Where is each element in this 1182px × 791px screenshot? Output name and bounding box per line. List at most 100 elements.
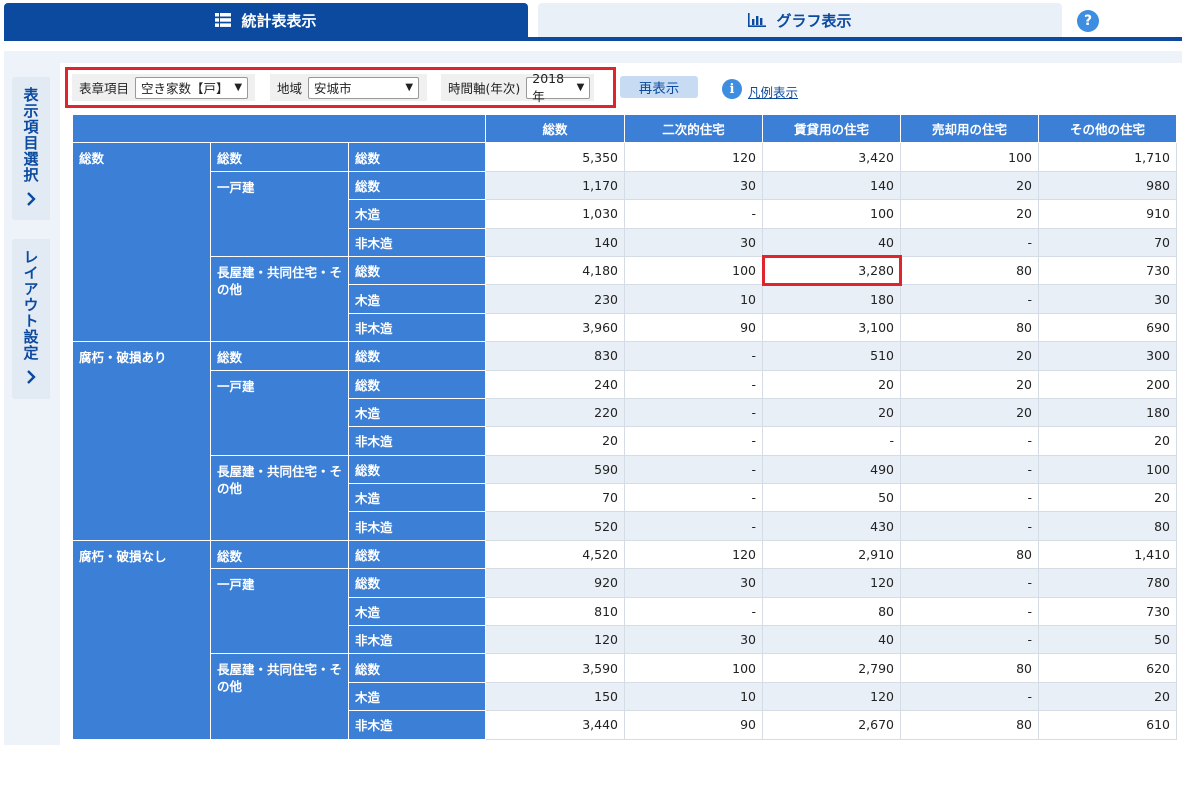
column-header[interactable]: 二次的住宅 — [624, 113, 763, 144]
table-cell[interactable]: 40 — [762, 227, 901, 257]
column-header[interactable]: 売却用の住宅 — [900, 113, 1039, 144]
table-cell[interactable]: 230 — [485, 284, 625, 314]
region-select[interactable]: 安城市 ▼ — [308, 76, 420, 99]
table-cell[interactable]: - — [762, 426, 901, 456]
table-cell[interactable]: - — [624, 397, 763, 428]
table-cell[interactable]: 100 — [762, 199, 901, 229]
table-cell[interactable]: 140 — [762, 170, 901, 201]
table-cell[interactable]: 20 — [485, 426, 625, 456]
table-cell[interactable]: 80 — [900, 539, 1039, 570]
side-tab-layout[interactable]: レイアウト設定 — [12, 239, 50, 399]
table-cell[interactable]: 1,030 — [485, 199, 625, 229]
table-cell[interactable]: 810 — [485, 596, 625, 627]
table-cell[interactable]: 20 — [900, 170, 1039, 201]
table-cell[interactable]: 120 — [762, 568, 901, 598]
table-cell[interactable]: 4,180 — [485, 255, 625, 286]
table-cell[interactable]: - — [624, 369, 763, 399]
table-cell[interactable]: 80 — [762, 596, 901, 627]
table-cell[interactable]: 300 — [1038, 341, 1177, 371]
table-cell[interactable]: 10 — [624, 681, 763, 712]
table-cell[interactable]: 90 — [624, 710, 763, 740]
table-cell[interactable]: 50 — [762, 483, 901, 513]
table-cell[interactable]: 730 — [1038, 255, 1177, 286]
table-cell[interactable]: 30 — [624, 170, 763, 201]
tab-graph-view[interactable]: グラフ表示 — [538, 3, 1062, 37]
table-cell[interactable]: - — [900, 596, 1039, 627]
column-header[interactable]: その他の住宅 — [1038, 113, 1177, 144]
table-cell[interactable]: 100 — [1038, 454, 1177, 485]
table-cell[interactable]: 20 — [900, 199, 1039, 229]
table-cell[interactable]: 1,410 — [1038, 539, 1177, 570]
table-cell[interactable]: 10 — [624, 284, 763, 314]
table-cell[interactable]: 5,350 — [485, 142, 625, 172]
table-cell[interactable]: 200 — [1038, 369, 1177, 399]
table-cell[interactable]: 80 — [1038, 511, 1177, 541]
table-cell[interactable]: 730 — [1038, 596, 1177, 627]
table-cell[interactable]: 690 — [1038, 312, 1177, 343]
table-cell[interactable]: 20 — [900, 369, 1039, 399]
table-cell[interactable]: 1,710 — [1038, 142, 1177, 172]
table-cell[interactable]: 30 — [624, 625, 763, 655]
table-cell[interactable]: 2,670 — [762, 710, 901, 740]
table-cell[interactable]: - — [624, 483, 763, 513]
table-cell[interactable]: - — [624, 341, 763, 371]
table-cell[interactable]: 980 — [1038, 170, 1177, 201]
table-cell[interactable]: 100 — [624, 653, 763, 683]
table-cell[interactable]: 30 — [624, 568, 763, 598]
table-cell[interactable]: 30 — [624, 227, 763, 257]
column-header[interactable]: 賃貸用の住宅 — [762, 113, 901, 144]
table-cell[interactable]: - — [624, 511, 763, 541]
table-cell[interactable]: 610 — [1038, 710, 1177, 740]
table-cell[interactable]: 50 — [1038, 625, 1177, 655]
table-cell[interactable]: 590 — [485, 454, 625, 485]
table-cell[interactable]: 120 — [762, 681, 901, 712]
table-cell[interactable]: 100 — [624, 255, 763, 286]
table-cell[interactable]: 520 — [485, 511, 625, 541]
table-cell[interactable]: 2,910 — [762, 539, 901, 570]
table-cell[interactable]: 20 — [1038, 681, 1177, 712]
table-cell[interactable]: 20 — [900, 341, 1039, 371]
table-cell[interactable]: 3,590 — [485, 653, 625, 683]
table-cell[interactable]: - — [900, 681, 1039, 712]
tab-table-view[interactable]: 統計表表示 — [4, 3, 528, 37]
table-cell[interactable]: 20 — [900, 397, 1039, 428]
table-cell[interactable]: 180 — [762, 284, 901, 314]
table-cell[interactable]: - — [900, 483, 1039, 513]
table-cell[interactable]: 140 — [485, 227, 625, 257]
table-cell[interactable]: 30 — [1038, 284, 1177, 314]
table-cell[interactable]: 240 — [485, 369, 625, 399]
table-cell[interactable]: 2,790 — [762, 653, 901, 683]
column-header[interactable]: 総数 — [485, 113, 625, 144]
table-cell[interactable]: 80 — [900, 710, 1039, 740]
table-cell[interactable]: - — [900, 454, 1039, 485]
table-cell[interactable]: - — [624, 454, 763, 485]
table-cell[interactable]: 910 — [1038, 199, 1177, 229]
side-tab-item-select[interactable]: 表示項目選択 — [12, 77, 50, 220]
legend-link[interactable]: i 凡例表示 — [722, 77, 798, 101]
table-cell[interactable]: 80 — [900, 653, 1039, 683]
table-cell[interactable]: - — [900, 568, 1039, 598]
table-cell[interactable]: 70 — [1038, 227, 1177, 257]
table-cell[interactable]: 780 — [1038, 568, 1177, 598]
table-cell[interactable]: - — [900, 426, 1039, 456]
table-cell[interactable]: 20 — [1038, 483, 1177, 513]
help-icon[interactable]: ? — [1077, 10, 1099, 32]
table-cell[interactable]: - — [900, 511, 1039, 541]
table-cell[interactable]: - — [624, 426, 763, 456]
table-cell[interactable]: - — [900, 227, 1039, 257]
table-cell[interactable]: 80 — [900, 312, 1039, 343]
table-cell[interactable]: 20 — [1038, 426, 1177, 456]
time-select[interactable]: 2018年 ▼ — [526, 71, 591, 104]
table-cell[interactable]: 490 — [762, 454, 901, 485]
table-cell[interactable]: 430 — [762, 511, 901, 541]
table-cell[interactable]: - — [624, 596, 763, 627]
item-select[interactable]: 空き家数【戸】 ▼ — [135, 76, 249, 99]
table-cell[interactable]: 3,280 — [761, 255, 902, 286]
table-cell[interactable]: 3,440 — [485, 710, 625, 740]
table-cell[interactable]: 1,170 — [485, 170, 625, 201]
table-cell[interactable]: 3,100 — [762, 312, 901, 343]
table-cell[interactable]: - — [900, 284, 1039, 314]
table-cell[interactable]: 510 — [762, 341, 901, 371]
table-cell[interactable]: 20 — [762, 397, 901, 428]
table-cell[interactable]: 40 — [762, 625, 901, 655]
